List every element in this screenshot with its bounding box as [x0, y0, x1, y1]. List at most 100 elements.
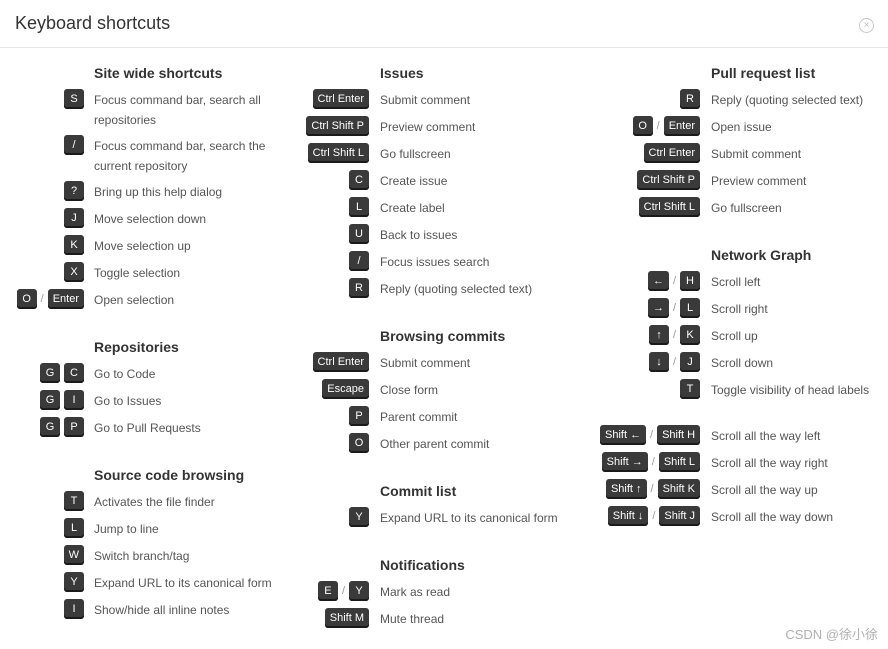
key-shift-h: Shift H	[657, 425, 700, 445]
key-key: /	[64, 135, 84, 155]
shortcut-description: Create label	[380, 201, 445, 215]
key-r: R	[680, 89, 700, 109]
shortcut-description: Back to issues	[380, 228, 458, 242]
key-o: O	[16, 289, 37, 309]
dialog-title: Keyboard shortcuts	[15, 13, 171, 33]
key-ctrl-shift-l: Ctrl Shift L	[307, 143, 369, 163]
shortcut-description: Open issue	[711, 120, 772, 134]
key-c: C	[64, 363, 84, 383]
key-u: U	[349, 224, 369, 244]
key-g: G	[40, 363, 60, 383]
section-title: Site wide shortcuts	[94, 65, 223, 81]
key-shift-up-arrow: Shift ↑	[605, 479, 647, 499]
key-i: I	[64, 390, 84, 410]
key-l: L	[680, 298, 700, 318]
watermark: CSDN @徐小徐	[785, 627, 878, 642]
shortcut-description: Switch branch/tag	[94, 549, 190, 563]
section-title: Source code browsing	[94, 467, 245, 483]
key-separator: /	[672, 275, 676, 287]
shortcut-description: Scroll all the way up	[711, 483, 818, 497]
key-enter: Enter	[663, 116, 700, 136]
shortcut-description: Activates the file finder	[94, 495, 215, 509]
shortcut-description: Mark as read	[380, 585, 451, 599]
key-separator: /	[650, 429, 654, 441]
shortcut-description: Create issue	[380, 174, 448, 188]
shortcut-description: Expand URL to its canonical form	[94, 576, 272, 590]
key-up-arrow: ↑	[648, 325, 669, 345]
shortcut-description: Expand URL to its canonical form	[380, 511, 558, 525]
key-c: C	[349, 170, 369, 190]
key-ctrl-enter: Ctrl Enter	[643, 143, 700, 163]
close-icon[interactable]: ×	[859, 18, 874, 33]
key-o: O	[632, 116, 653, 136]
key-w: W	[63, 545, 84, 565]
shortcut-description: Bring up this help dialog	[94, 185, 223, 199]
shortcut-description: Reply (quoting selected text)	[711, 93, 864, 107]
key-separator: /	[652, 510, 656, 522]
shortcut-description: Preview comment	[711, 174, 807, 188]
shortcut-description: Toggle visibility of head labels	[711, 383, 870, 397]
section-title: Browsing commits	[380, 328, 506, 344]
section-title: Repositories	[94, 339, 179, 355]
shortcut-description: Submit comment	[711, 147, 802, 161]
key-j: J	[64, 208, 84, 228]
key-escape: Escape	[322, 379, 369, 399]
key-separator: /	[650, 483, 654, 495]
shortcut-description: Toggle selection	[94, 266, 181, 280]
key-separator: /	[341, 585, 345, 597]
key-e: E	[317, 581, 338, 601]
shortcut-description: Move selection up	[94, 239, 191, 253]
key-p: P	[64, 417, 84, 437]
shortcut-description: Focus command bar, search all repositori…	[94, 93, 261, 127]
key-h: H	[680, 271, 700, 291]
shortcut-description: Preview comment	[380, 120, 476, 134]
key-l: L	[64, 518, 84, 538]
key-separator: /	[656, 120, 660, 132]
key-r: R	[349, 278, 369, 298]
shortcut-description: Scroll left	[711, 275, 761, 289]
key-shift-down-arrow: Shift ↓	[607, 506, 649, 526]
key-j: J	[680, 352, 700, 372]
section-title: Notifications	[380, 557, 465, 573]
key-separator: /	[651, 456, 655, 468]
shortcut-description: Parent commit	[380, 410, 458, 424]
key-t: T	[680, 379, 700, 399]
key-o: O	[349, 433, 369, 453]
key-left-arrow: ←	[647, 271, 669, 291]
key-shift-m: Shift M	[324, 608, 369, 628]
shortcut-description: Go fullscreen	[711, 201, 782, 215]
key-t: T	[64, 491, 84, 511]
shortcut-description: Go fullscreen	[380, 147, 451, 161]
key-shift-l: Shift L	[658, 452, 700, 472]
key-x: X	[64, 262, 84, 282]
key-key: ?	[64, 181, 84, 201]
key-g: G	[40, 390, 60, 410]
key-separator: /	[672, 329, 676, 341]
shortcut-description: Scroll up	[711, 329, 758, 343]
shortcut-description: Scroll right	[711, 302, 768, 316]
shortcut-description: Show/hide all inline notes	[94, 603, 230, 617]
key-ctrl-shift-p: Ctrl Shift P	[637, 170, 700, 190]
shortcut-description: Go to Pull Requests	[94, 421, 201, 435]
key-i: I	[64, 599, 84, 619]
shortcut-description: Move selection down	[94, 212, 207, 226]
key-shift-right-arrow: Shift →	[601, 452, 648, 472]
key-shift-left-arrow: Shift ←	[600, 425, 646, 445]
key-enter: Enter	[47, 289, 84, 309]
key-g: G	[40, 417, 60, 437]
key-separator: /	[672, 356, 676, 368]
shortcut-description: Mute thread	[380, 612, 445, 626]
shortcut-description: Scroll all the way down	[711, 510, 834, 524]
section-title: Pull request list	[711, 65, 816, 81]
shortcut-description: Other parent commit	[380, 437, 490, 451]
shortcut-description: Jump to line	[94, 522, 159, 536]
key-ctrl-shift-l: Ctrl Shift L	[638, 197, 700, 217]
key-k: K	[64, 235, 84, 255]
key-y: Y	[64, 572, 84, 592]
key-ctrl-shift-p: Ctrl Shift P	[306, 116, 369, 136]
key-right-arrow: →	[647, 298, 669, 318]
shortcut-description: Focus issues search	[380, 255, 490, 269]
dialog-header: Keyboard shortcuts ×	[0, 0, 888, 48]
key-shift-j: Shift J	[659, 506, 700, 526]
key-ctrl-enter: Ctrl Enter	[312, 352, 369, 372]
